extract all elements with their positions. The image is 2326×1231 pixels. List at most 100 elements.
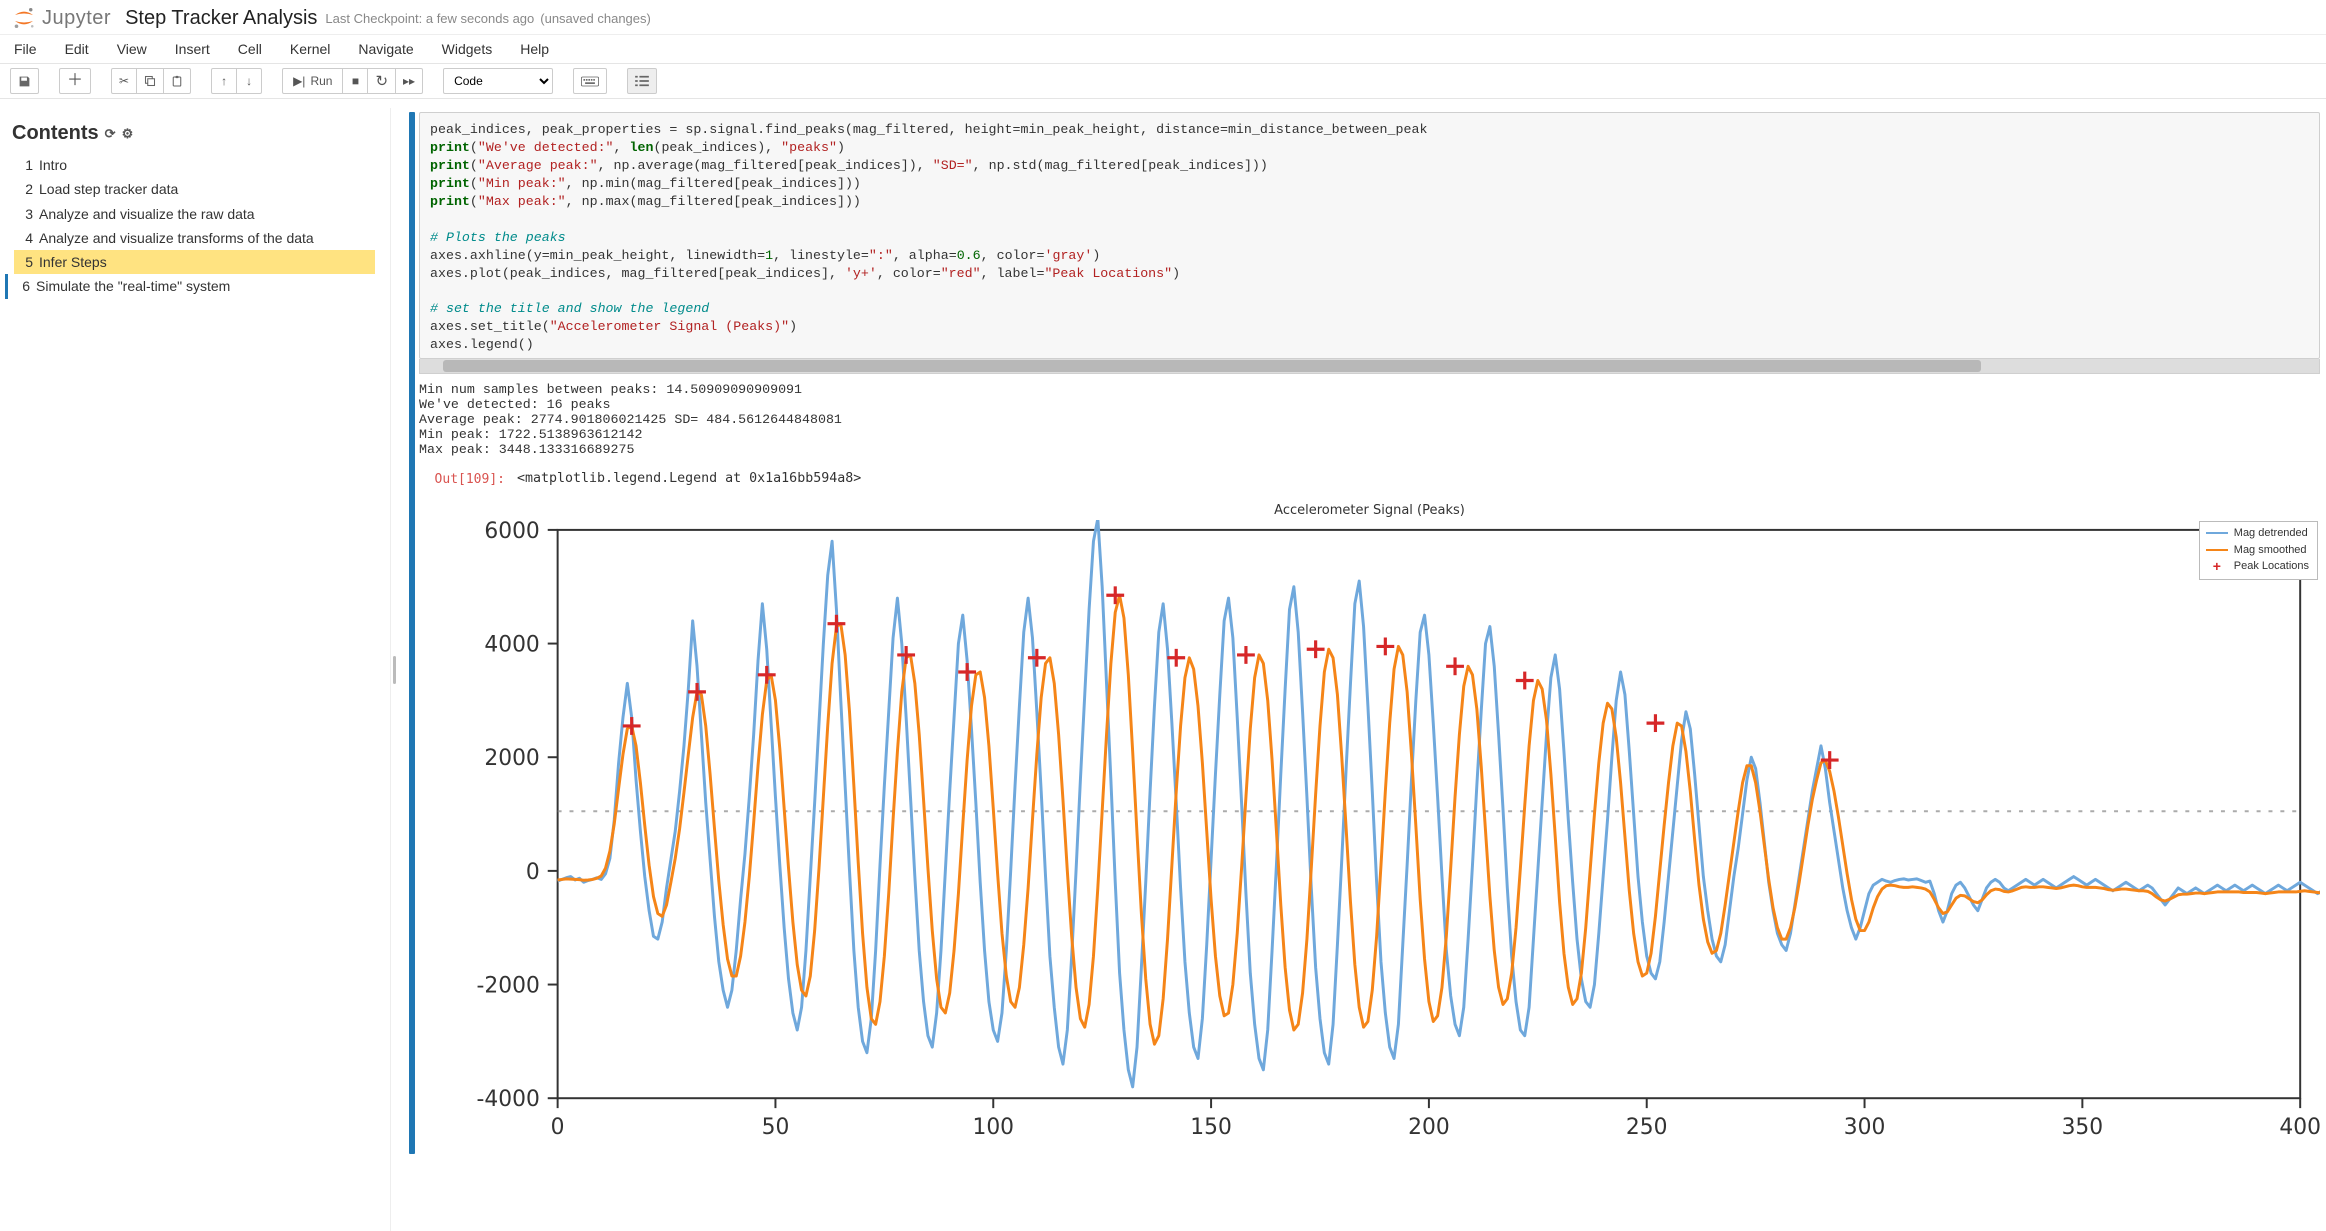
code-input[interactable]: peak_indices, peak_properties = sp.signa… <box>419 112 2320 359</box>
execute-result: Out[109]: <matplotlib.legend.Legend at 0… <box>415 471 2320 487</box>
toc-list: 1Intro2 Load step tracker data 3 Analyze an… <box>12 153 375 299</box>
cell-type-select[interactable]: Code <box>443 68 553 94</box>
code-cell[interactable]: peak_indices, peak_properties = sp.signa… <box>409 112 2320 1154</box>
svg-text:50: 50 <box>762 1115 790 1140</box>
menu-insert[interactable]: Insert <box>175 41 210 57</box>
checkpoint-label: Last Checkpoint: a few seconds ago <box>325 11 534 26</box>
toc-item-label: Analyze and visualize transforms of the … <box>39 230 314 246</box>
header: Jupyter Step Tracker Analysis Last Check… <box>0 0 2326 34</box>
toc-item-num: 4 <box>17 228 33 248</box>
list-icon <box>635 75 649 87</box>
toc-item-num: 5 <box>17 252 33 272</box>
toc-item-label: Simulate the "real-time" system <box>36 278 230 294</box>
svg-text:0: 0 <box>551 1115 565 1140</box>
output-prompt: Out[109]: <box>415 471 505 487</box>
toc-item-label: Load step tracker data <box>39 181 178 197</box>
toc-item[interactable]: 2 Load step tracker data <box>14 177 375 201</box>
svg-text:150: 150 <box>1190 1115 1232 1140</box>
legend-swatch <box>2206 529 2228 537</box>
stop-icon: ■ <box>352 74 359 88</box>
add-cell-button[interactable]: ＋ <box>59 68 91 94</box>
run-step-icon: ▶| <box>293 74 305 88</box>
grip-icon <box>393 656 396 684</box>
legend-swatch <box>2206 546 2228 554</box>
paste-button[interactable] <box>163 68 191 94</box>
toc-item-label: Infer Steps <box>39 254 107 270</box>
menu-view[interactable]: View <box>117 41 147 57</box>
chart-svg: -4000-2000020004000600005010015020025030… <box>419 520 2320 1154</box>
chart: Accelerometer Signal (Peaks) -4000 -2000 0… <box>419 503 2320 1154</box>
svg-text:2000: 2000 <box>484 746 539 771</box>
move-down-button[interactable]: ↓ <box>236 68 262 94</box>
unsaved-label: (unsaved changes) <box>540 11 651 26</box>
svg-text:4000: 4000 <box>484 633 539 658</box>
legend-label: Mag smoothed <box>2234 542 2307 559</box>
toc-item-num: 2 <box>17 179 33 199</box>
toc-item[interactable]: 1Intro <box>14 153 375 177</box>
menu-widgets[interactable]: Widgets <box>442 41 493 57</box>
sidebar-resize-handle[interactable] <box>390 108 397 1231</box>
output-repr: <matplotlib.legend.Legend at 0x1a16bb594… <box>517 471 861 486</box>
menu-cell[interactable]: Cell <box>238 41 262 57</box>
keyboard-icon <box>581 76 599 87</box>
svg-text:-2000: -2000 <box>477 974 540 999</box>
jupyter-logo-text: Jupyter <box>42 7 111 30</box>
svg-text:0: 0 <box>526 860 540 885</box>
fast-forward-icon: ▸▸ <box>403 74 415 88</box>
svg-text:250: 250 <box>1626 1115 1668 1140</box>
refresh-icon[interactable]: ⟳ <box>105 126 116 142</box>
toc-heading: Contents ⟳ ⚙ <box>12 122 375 145</box>
arrow-up-icon: ↑ <box>221 74 227 88</box>
menu-navigate[interactable]: Navigate <box>358 41 413 57</box>
toc-item[interactable]: 6Simulate the "real-time" system <box>5 274 375 298</box>
svg-text:350: 350 <box>2062 1115 2104 1140</box>
restart-icon: ↻ <box>375 72 388 90</box>
toc-item-num: 3 <box>17 204 33 224</box>
move-up-button[interactable]: ↑ <box>211 68 237 94</box>
chart-legend: Mag detrendedMag smoothed + Peak Locations <box>2199 521 2318 580</box>
menu-edit[interactable]: Edit <box>65 41 89 57</box>
svg-text:200: 200 <box>1408 1115 1450 1140</box>
arrow-down-icon: ↓ <box>246 74 252 88</box>
legend-swatch: + <box>2206 562 2228 570</box>
chart-title: Accelerometer Signal (Peaks) <box>419 503 2320 518</box>
svg-text:300: 300 <box>1844 1115 1886 1140</box>
menu-help[interactable]: Help <box>520 41 549 57</box>
notebook-title[interactable]: Step Tracker Analysis <box>125 7 317 30</box>
main: Contents ⟳ ⚙ 1Intro2 Load step tracker da… <box>0 108 2326 1231</box>
toggle-toc-button[interactable] <box>627 68 657 94</box>
toolbar: ＋ ✂ ↑ ↓ ▶| Run ■ ↻ ▸▸ Code <box>0 64 2326 99</box>
svg-text:-4000: -4000 <box>477 1087 540 1112</box>
menubar: File Edit View Insert Cell Kernel Navigate Widg… <box>0 34 2326 64</box>
cut-button[interactable]: ✂ <box>111 68 137 94</box>
svg-text:6000: 6000 <box>484 520 539 544</box>
toc-item[interactable]: 4 Analyze and visualize transforms of the… <box>14 226 375 250</box>
toc-item[interactable]: 3 Analyze and visualize the raw data <box>14 202 375 226</box>
toc-heading-text: Contents <box>12 122 99 145</box>
legend-label: Peak Locations <box>2234 558 2309 575</box>
notebook-area[interactable]: peak_indices, peak_properties = sp.signa… <box>397 108 2326 1231</box>
legend-item: Mag detrended <box>2206 525 2309 542</box>
copy-icon <box>144 75 156 87</box>
jupyter-logo[interactable]: Jupyter <box>12 6 111 30</box>
horizontal-scrollbar[interactable] <box>420 359 2319 373</box>
menu-file[interactable]: File <box>14 41 37 57</box>
toc-item-num: 1 <box>17 155 33 175</box>
interrupt-button[interactable]: ■ <box>342 68 368 94</box>
command-palette-button[interactable] <box>573 68 607 94</box>
menu-kernel[interactable]: Kernel <box>290 41 330 57</box>
legend-item: Mag smoothed <box>2206 542 2309 559</box>
save-button[interactable] <box>10 68 39 94</box>
copy-button[interactable] <box>136 68 164 94</box>
restart-run-all-button[interactable]: ▸▸ <box>395 68 423 94</box>
gear-icon[interactable]: ⚙ <box>122 126 134 142</box>
stdout-output: Min num samples between peaks: 14.509090… <box>419 382 2320 457</box>
run-button-label: Run <box>310 74 332 88</box>
paste-icon <box>171 75 183 88</box>
toc-sidebar: Contents ⟳ ⚙ 1Intro2 Load step tracker da… <box>0 108 390 1231</box>
scrollbar-thumb[interactable] <box>443 360 1981 372</box>
toc-item[interactable]: 5 Infer Steps <box>14 250 375 274</box>
restart-button[interactable]: ↻ <box>367 68 396 94</box>
toc-item-label: Analyze and visualize the raw data <box>39 206 255 222</box>
run-button[interactable]: ▶| Run <box>282 68 343 94</box>
